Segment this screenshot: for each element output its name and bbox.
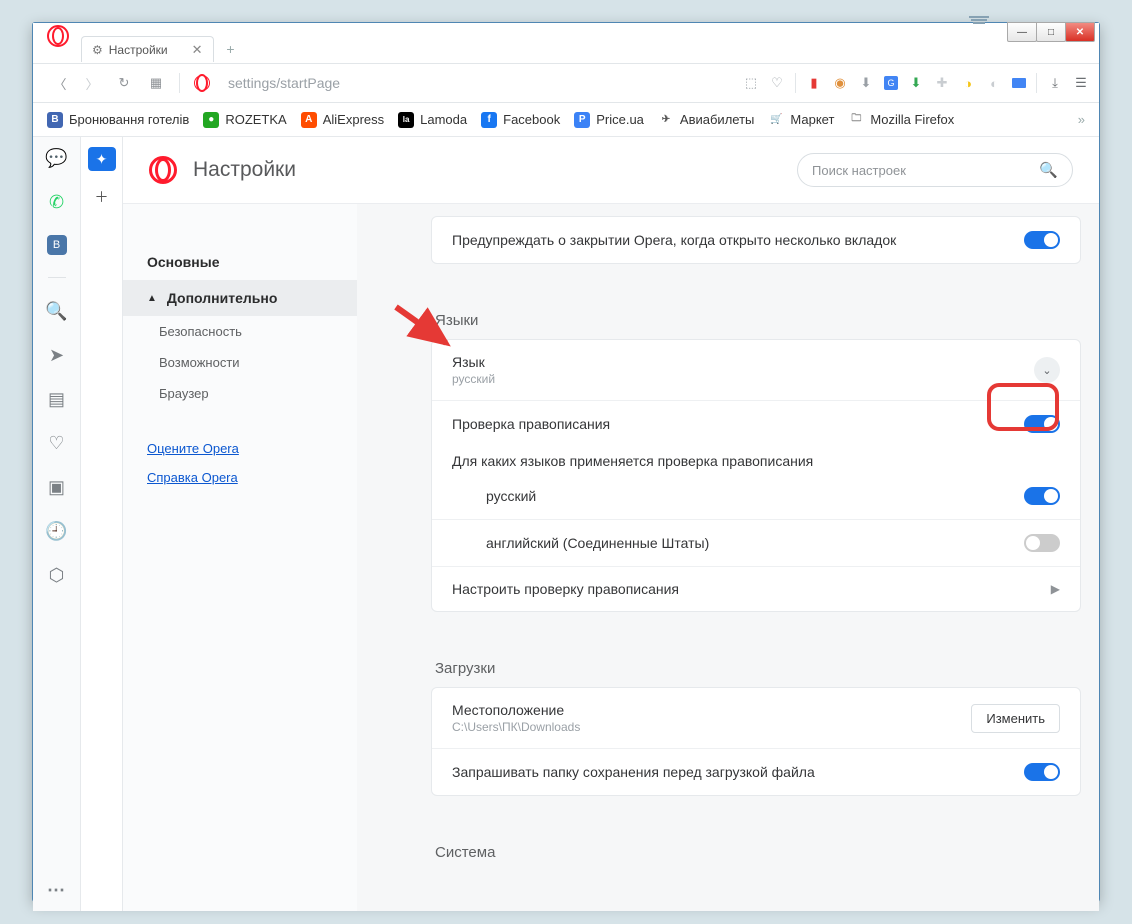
sidebar-item-security[interactable]: Безопасность	[123, 316, 357, 347]
tab-close-button[interactable]: ✕	[192, 42, 203, 58]
vk-icon[interactable]: B	[47, 235, 67, 255]
sidebar-item-features[interactable]: Возможности	[123, 347, 357, 378]
section-downloads: Загрузки	[431, 632, 1081, 687]
chevron-down-icon[interactable]: ⌄	[1034, 357, 1060, 383]
box-icon[interactable]: ⬡	[46, 564, 68, 586]
ext-icon-6[interactable]: ✚	[934, 75, 950, 91]
ask-save-toggle[interactable]	[1024, 763, 1060, 781]
translate-tab-icon[interactable]: ✦	[88, 147, 116, 171]
spell-for-label: Для каких языков применяется проверка пр…	[432, 447, 1080, 473]
help-opera-link[interactable]: Справка Opera	[147, 470, 333, 485]
new-tab-button[interactable]: +	[222, 40, 240, 58]
warn-on-close-toggle[interactable]	[1024, 231, 1060, 249]
bookmark-item[interactable]: AAliExpress	[301, 112, 384, 128]
whatsapp-icon[interactable]: ✆	[46, 191, 68, 213]
news-icon[interactable]: ▣	[46, 476, 68, 498]
change-location-button[interactable]: Изменить	[971, 704, 1060, 733]
ext-icon-7[interactable]: ◑	[960, 75, 976, 91]
opera-badge-icon	[194, 75, 210, 91]
url-field[interactable]: settings/startPage	[224, 75, 340, 91]
search-icon[interactable]: 🔍	[46, 300, 68, 322]
add-tab-button[interactable]: ＋	[88, 185, 116, 209]
spell-config-row[interactable]: Настроить проверку правописания ▶	[432, 566, 1080, 611]
sidebar-item-advanced[interactable]: ▲ Дополнительно	[123, 280, 357, 316]
heart-icon[interactable]: ♡	[769, 75, 785, 91]
screenshot-icon[interactable]: ⬚	[743, 75, 759, 91]
opera-o-icon	[149, 156, 177, 184]
heart-rail-icon[interactable]: ♡	[46, 432, 68, 454]
language-value: русский	[452, 372, 495, 386]
bookmark-item[interactable]: ✈Авиабилеты	[658, 112, 754, 128]
ext-icon-1[interactable]: ▮	[806, 75, 822, 91]
bookmark-item[interactable]: fFacebook	[481, 112, 560, 128]
settings-tabstrip: ✦ ＋	[81, 137, 123, 911]
messenger-icon[interactable]: 💬	[46, 147, 68, 169]
bookmarks-bar: BБронювання готелів ●ROZETKA AAliExpress…	[33, 103, 1099, 137]
download-location-row: Местоположение C:\Users\ПК\Downloads Изм…	[432, 688, 1080, 748]
speed-dial-button[interactable]: ▦	[147, 75, 165, 91]
spell-lang-ru-row[interactable]: русский	[432, 473, 1080, 519]
wallet-icon[interactable]: ▤	[46, 388, 68, 410]
bookmark-item[interactable]: laLamoda	[398, 112, 467, 128]
back-button[interactable]: 〈	[51, 74, 69, 93]
rate-opera-link[interactable]: Оцените Opera	[147, 441, 333, 456]
bookmark-item[interactable]: 🛒Маркет	[768, 112, 834, 128]
ext-icon-9[interactable]	[1012, 78, 1026, 88]
search-input[interactable]: Поиск настроек 🔍	[797, 153, 1073, 187]
spell-ru-toggle[interactable]	[1024, 487, 1060, 505]
history-icon[interactable]: 🕘	[46, 520, 68, 542]
bookmark-item[interactable]: PPrice.ua	[574, 112, 644, 128]
bookmark-item[interactable]: BБронювання готелів	[47, 112, 189, 128]
gear-icon: ⚙	[92, 43, 103, 57]
reload-button[interactable]: ↻	[115, 75, 133, 91]
sidebar-rail: 💬 ✆ B 🔍 ➤ ▤ ♡ ▣ 🕘 ⬡ ⋯	[33, 137, 81, 911]
section-languages: Языки	[431, 284, 1081, 339]
spell-en-toggle[interactable]	[1024, 534, 1060, 552]
location-value: C:\Users\ПК\Downloads	[452, 720, 580, 734]
rail-separator	[48, 277, 66, 278]
rail-more-button[interactable]: ⋯	[46, 879, 68, 901]
downloads-icon[interactable]: ⤓	[1047, 75, 1063, 91]
ask-save-row[interactable]: Запрашивать папку сохранения перед загру…	[432, 748, 1080, 795]
warn-on-close-row[interactable]: Предупреждать о закрытии Opera, когда от…	[432, 217, 1080, 263]
location-label: Местоположение	[452, 702, 564, 718]
spellcheck-row[interactable]: Проверка правописания	[432, 400, 1080, 447]
search-icon: 🔍	[1039, 161, 1058, 179]
browser-tab[interactable]: ⚙ Настройки ✕	[81, 36, 214, 62]
caret-up-icon: ▲	[147, 293, 157, 304]
toolbar-icons: ⬚ ♡ ▮ ◉ ⬇ G ⬇ ✚ ◑ ◐ ⤓ ☰	[743, 73, 1089, 93]
language-row[interactable]: Язык русский ⌄	[432, 340, 1080, 400]
window-shade-icon[interactable]	[969, 16, 989, 28]
spellcheck-toggle[interactable]	[1024, 415, 1060, 433]
bookmark-item[interactable]: 🗀Mozilla Firefox	[848, 112, 954, 128]
language-label: Язык	[452, 354, 485, 370]
ext-icon-2[interactable]: ◉	[832, 75, 848, 91]
tab-title: Настройки	[109, 43, 168, 57]
page-title: Настройки	[193, 158, 296, 182]
forward-button[interactable]: 〉	[83, 74, 101, 93]
bookmarks-overflow-button[interactable]: »	[1078, 112, 1085, 127]
settings-main: Предупреждать о закрытии Opera, когда от…	[357, 204, 1099, 911]
sidebar-item-browser[interactable]: Браузер	[123, 378, 357, 409]
ext-icon-4[interactable]: G	[884, 76, 898, 90]
spell-lang-en-row[interactable]: английский (Соединенные Штаты)	[432, 519, 1080, 566]
ext-icon-5[interactable]: ⬇	[908, 75, 924, 91]
send-icon[interactable]: ➤	[46, 344, 68, 366]
bookmark-item[interactable]: ●ROZETKA	[203, 112, 286, 128]
settings-sidebar: Основные ▲ Дополнительно Безопасность Во…	[123, 204, 357, 911]
ext-icon-3[interactable]: ⬇	[858, 75, 874, 91]
chevron-right-icon: ▶	[1051, 582, 1060, 596]
ext-icon-8[interactable]: ◐	[986, 75, 1002, 91]
search-placeholder: Поиск настроек	[812, 163, 906, 178]
sidebar-item-basic[interactable]: Основные	[123, 244, 357, 280]
section-system: Система	[431, 816, 1081, 871]
easysetup-icon[interactable]: ☰	[1073, 75, 1089, 91]
